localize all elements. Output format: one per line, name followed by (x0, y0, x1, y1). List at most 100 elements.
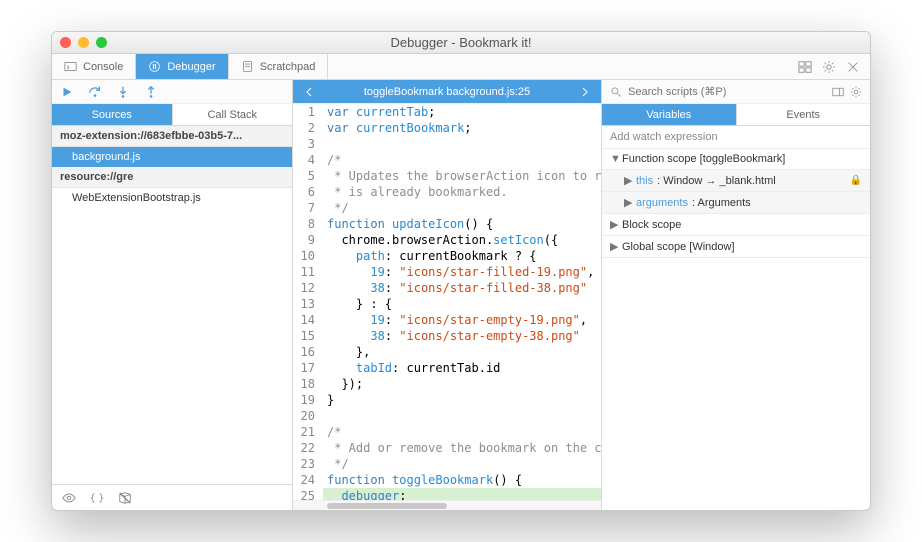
line-number[interactable]: 8 (293, 216, 323, 232)
line-number[interactable]: 21 (293, 424, 323, 440)
line-number[interactable]: 6 (293, 184, 323, 200)
code-line: 22 * Add or remove the bookmark on the c… (293, 440, 601, 456)
debugger-settings-icon[interactable] (850, 86, 862, 98)
code-line: 1var currentTab; (293, 104, 601, 120)
code-line: 19} (293, 392, 601, 408)
sources-pane: Sources Call Stack moz-extension://683ef… (52, 80, 293, 510)
code-line: 10 path: currentBookmark ? { (293, 248, 601, 264)
tool-tabs: Console Debugger Scratchpad (52, 54, 870, 80)
debugger-window: Debugger - Bookmark it! Console Debugger… (51, 31, 871, 511)
scopes-list: ▼Function scope [toggleBookmark]▶this: W… (602, 149, 870, 258)
line-number[interactable]: 19 (293, 392, 323, 408)
panels-icon[interactable] (798, 60, 812, 74)
sources-list: moz-extension://683efbbe-03b5-7...backgr… (52, 126, 292, 484)
source-file[interactable]: WebExtensionBootstrap.js (52, 188, 292, 208)
code-line: 21/* (293, 424, 601, 440)
code-line: 8function updateIcon() { (293, 216, 601, 232)
code-line: 16 }, (293, 344, 601, 360)
window-title: Debugger - Bookmark it! (52, 35, 870, 50)
line-number[interactable]: 24 (293, 472, 323, 488)
tab-debugger[interactable]: Debugger (136, 54, 228, 79)
code-line: 14 19: "icons/star-empty-19.png", (293, 312, 601, 328)
close-toolbox-icon[interactable] (846, 60, 860, 74)
code-line: 24function toggleBookmark() { (293, 472, 601, 488)
titlebar: Debugger - Bookmark it! (52, 32, 870, 54)
source-file[interactable]: background.js (52, 147, 292, 167)
code-line: 20 (293, 408, 601, 424)
variables-pane: Variables Events Add watch expression ▼F… (602, 80, 870, 510)
line-number[interactable]: 7 (293, 200, 323, 216)
search-scripts-input[interactable] (628, 86, 826, 98)
code-line: 25 debugger; (293, 488, 601, 500)
debugger-icon (148, 60, 161, 73)
code-line: 9 chrome.browserAction.setIcon({ (293, 232, 601, 248)
code-line: 4/* (293, 152, 601, 168)
source-group-header[interactable]: resource://gre (52, 167, 292, 188)
location-text: toggleBookmark background.js:25 (364, 86, 530, 98)
code-line: 2var currentBookmark; (293, 120, 601, 136)
tab-scratchpad[interactable]: Scratchpad (229, 54, 329, 79)
console-icon (64, 60, 77, 73)
tab-scratchpad-label: Scratchpad (260, 61, 316, 73)
eye-icon[interactable] (62, 491, 76, 505)
add-watch-expression[interactable]: Add watch expression (602, 126, 870, 149)
disclosure-arrow-icon[interactable]: ▶ (610, 218, 618, 231)
toggle-pane-icon[interactable] (832, 86, 844, 98)
line-number[interactable]: 2 (293, 120, 323, 136)
line-number[interactable]: 20 (293, 408, 323, 424)
scope-row[interactable]: ▶Global scope [Window] (602, 236, 870, 258)
disclosure-arrow-icon[interactable]: ▶ (610, 240, 618, 253)
events-tab[interactable]: Events (737, 104, 871, 125)
line-number[interactable]: 1 (293, 104, 323, 120)
line-number[interactable]: 11 (293, 264, 323, 280)
scope-row[interactable]: ▶Block scope (602, 214, 870, 236)
line-number[interactable]: 22 (293, 440, 323, 456)
variable-row[interactable]: ▶arguments: Arguments (602, 192, 870, 214)
code-line: 23 */ (293, 456, 601, 472)
line-number[interactable]: 18 (293, 376, 323, 392)
line-number[interactable]: 16 (293, 344, 323, 360)
variable-row[interactable]: ▶this: Window → _blank.html🔒 (602, 170, 870, 192)
lock-icon: 🔒 (850, 175, 862, 186)
code-line: 11 19: "icons/star-filled-19.png", (293, 264, 601, 280)
line-number[interactable]: 17 (293, 360, 323, 376)
settings-icon[interactable] (822, 60, 836, 74)
code-line: 13 } : { (293, 296, 601, 312)
line-number[interactable]: 15 (293, 328, 323, 344)
prettyprint-icon[interactable] (90, 491, 104, 505)
disclosure-arrow-icon[interactable]: ▶ (624, 196, 632, 209)
line-number[interactable]: 12 (293, 280, 323, 296)
step-in-button[interactable] (116, 85, 130, 99)
line-number[interactable]: 4 (293, 152, 323, 168)
line-number[interactable]: 9 (293, 232, 323, 248)
callstack-tab[interactable]: Call Stack (173, 104, 293, 125)
expand-left-icon[interactable] (303, 86, 315, 98)
disclosure-arrow-icon[interactable]: ▶ (624, 174, 632, 187)
line-number[interactable]: 13 (293, 296, 323, 312)
scope-row[interactable]: ▼Function scope [toggleBookmark] (602, 149, 870, 170)
blackbox-icon[interactable] (118, 491, 132, 505)
editor-pane: toggleBookmark background.js:25 1var cur… (293, 80, 602, 510)
debug-controls (52, 80, 292, 104)
line-number[interactable]: 23 (293, 456, 323, 472)
sources-tab[interactable]: Sources (52, 104, 173, 125)
horizontal-scrollbar[interactable] (293, 500, 601, 510)
line-number[interactable]: 3 (293, 136, 323, 152)
source-group-header[interactable]: moz-extension://683efbbe-03b5-7... (52, 126, 292, 147)
tab-console[interactable]: Console (52, 54, 136, 79)
line-number[interactable]: 14 (293, 312, 323, 328)
line-number[interactable]: 5 (293, 168, 323, 184)
expand-right-icon[interactable] (579, 86, 591, 98)
resume-button[interactable] (60, 85, 74, 99)
line-number[interactable]: 25 (293, 488, 323, 500)
disclosure-arrow-icon[interactable]: ▼ (610, 153, 618, 165)
scratchpad-icon (241, 60, 254, 73)
step-out-button[interactable] (144, 85, 158, 99)
line-number[interactable]: 10 (293, 248, 323, 264)
code-line: 6 * is already bookmarked. (293, 184, 601, 200)
code-editor[interactable]: 1var currentTab;2var currentBookmark;34/… (293, 104, 601, 500)
code-line: 15 38: "icons/star-empty-38.png" (293, 328, 601, 344)
step-over-button[interactable] (88, 85, 102, 99)
location-bar: toggleBookmark background.js:25 (293, 80, 601, 104)
variables-tab[interactable]: Variables (602, 104, 737, 125)
